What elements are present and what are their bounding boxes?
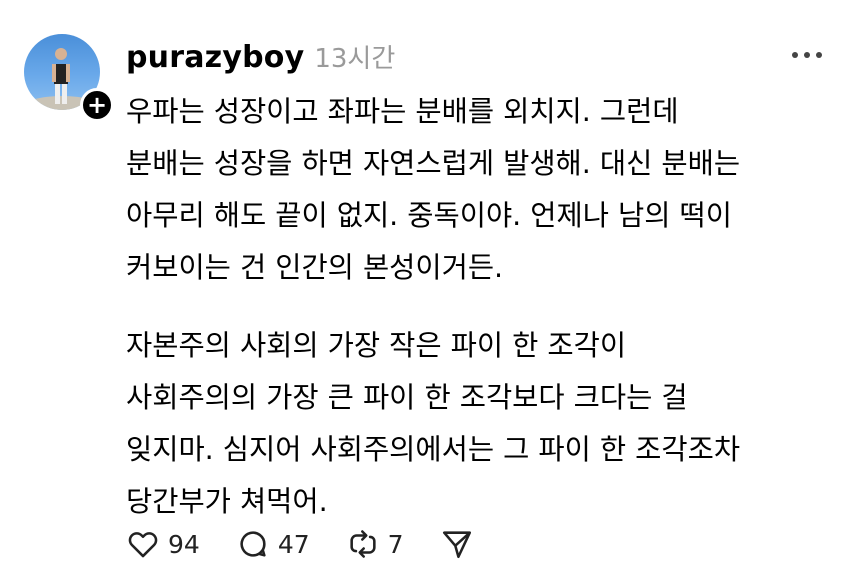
comment-button[interactable]: 47 <box>236 527 310 561</box>
text-line: 잊지마. 심지어 사회주의에서는 그 파이 한 조각조차 <box>126 433 741 466</box>
like-count: 94 <box>168 529 200 559</box>
text-line: 사회주의의 가장 큰 파이 한 조각보다 크다는 걸 <box>126 381 688 414</box>
repost-count: 7 <box>387 529 404 559</box>
repost-button[interactable]: 7 <box>346 527 404 561</box>
text-line: 분배는 성장을 하면 자연스럽게 발생해. 대신 분배는 <box>126 147 741 180</box>
comment-icon <box>240 531 266 557</box>
post-body: 우파는 성장이고 좌파는 분배를 외치지. 그런데 분배는 성장을 하면 자연스… <box>126 86 826 528</box>
heart-icon <box>128 532 158 558</box>
text-line: 당간부가 쳐먹어. <box>126 485 328 518</box>
follow-plus-icon[interactable]: + <box>80 88 114 122</box>
text-line: 커보이는 건 인간의 본성이거든. <box>126 251 504 284</box>
share-button[interactable] <box>440 527 474 561</box>
avatar-container[interactable]: + <box>24 34 114 122</box>
repost-icon <box>350 530 376 558</box>
more-options-icon[interactable] <box>792 52 822 58</box>
thread-post: + purazyboy 13시간 우파는 성장이고 좌파는 분배를 외치지. 그… <box>0 0 850 581</box>
action-bar: 94 47 7 <box>126 527 510 561</box>
text-line: 아무리 해도 끝이 없지. 중독이야. 언제나 남의 떡이 <box>126 199 732 232</box>
post-header: purazyboy 13시간 <box>126 38 395 75</box>
post-paragraph-1: 우파는 성장이고 좌파는 분배를 외치지. 그런데 분배는 성장을 하면 자연스… <box>126 86 826 294</box>
text-line: 우파는 성장이고 좌파는 분배를 외치지. 그런데 <box>126 95 679 128</box>
send-icon <box>442 531 471 559</box>
post-timestamp: 13시간 <box>314 44 396 74</box>
comment-count: 47 <box>277 529 310 559</box>
text-line: 자본주의 사회의 가장 작은 파이 한 조각이 <box>126 329 627 362</box>
post-paragraph-2: 자본주의 사회의 가장 작은 파이 한 조각이 사회주의의 가장 큰 파이 한 … <box>126 320 826 528</box>
like-button[interactable]: 94 <box>126 527 200 561</box>
username-link[interactable]: purazyboy <box>126 40 304 75</box>
